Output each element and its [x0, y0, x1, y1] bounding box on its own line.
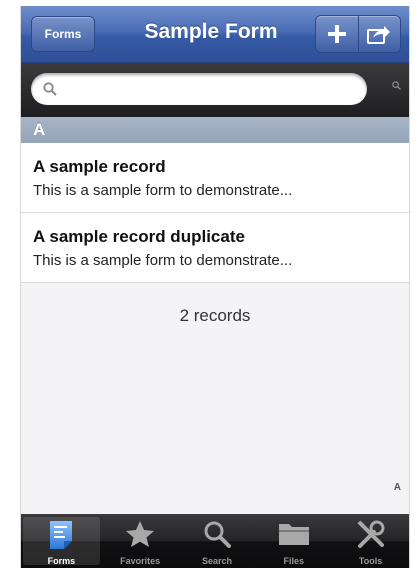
index-search-icon[interactable]: [392, 81, 401, 90]
record-subtitle: This is a sample form to demonstrate...: [33, 182, 293, 199]
nav-bar: Forms Sample Form: [21, 6, 409, 63]
list-item[interactable]: A sample record duplicate This is a samp…: [21, 213, 387, 283]
share-button[interactable]: [357, 16, 401, 52]
star-icon: [126, 521, 155, 547]
records-count: 2 records: [179, 306, 251, 325]
tab-files[interactable]: Files: [255, 514, 332, 568]
search-bar: [21, 63, 409, 117]
tab-label: Tools: [358, 556, 383, 566]
record-subtitle: This is a sample form to demonstrate...: [33, 252, 293, 269]
tab-tools[interactable]: Tools: [332, 514, 409, 568]
section-header-edge: [387, 117, 409, 143]
share-icon: [367, 26, 391, 44]
section-header: A: [21, 117, 387, 143]
tab-bar: Forms Favorites Search Files Tools: [21, 514, 409, 568]
search-icon: [204, 521, 231, 548]
plus-icon: [327, 25, 346, 43]
add-button[interactable]: [316, 16, 358, 52]
tab-search[interactable]: Search: [179, 514, 256, 568]
tab-favorites[interactable]: Favorites: [102, 514, 179, 568]
tab-label: Files: [283, 556, 305, 566]
forms-icon: [50, 521, 73, 549]
tab-label: Forms: [47, 556, 76, 566]
list-item-edge: [387, 213, 409, 283]
list-item[interactable]: A sample record This is a sample form to…: [21, 143, 387, 213]
app-screen: Forms Sample Form A A sample record This…: [20, 6, 410, 568]
list-item-edge: [387, 143, 409, 213]
record-title: A sample record: [33, 157, 166, 176]
search-icon: [43, 82, 57, 96]
record-title: A sample record duplicate: [33, 227, 245, 246]
forms-back-button[interactable]: Forms: [31, 16, 95, 52]
tab-forms[interactable]: Forms: [23, 517, 100, 566]
nav-actions: [315, 15, 401, 53]
page-title: Sample Form: [144, 20, 278, 43]
search-input[interactable]: [31, 73, 367, 105]
index-letter-a[interactable]: A: [394, 482, 401, 493]
folder-icon: [278, 524, 309, 545]
tab-label: Favorites: [120, 556, 161, 566]
tab-label: Search: [201, 556, 232, 566]
tools-icon: [357, 520, 385, 548]
